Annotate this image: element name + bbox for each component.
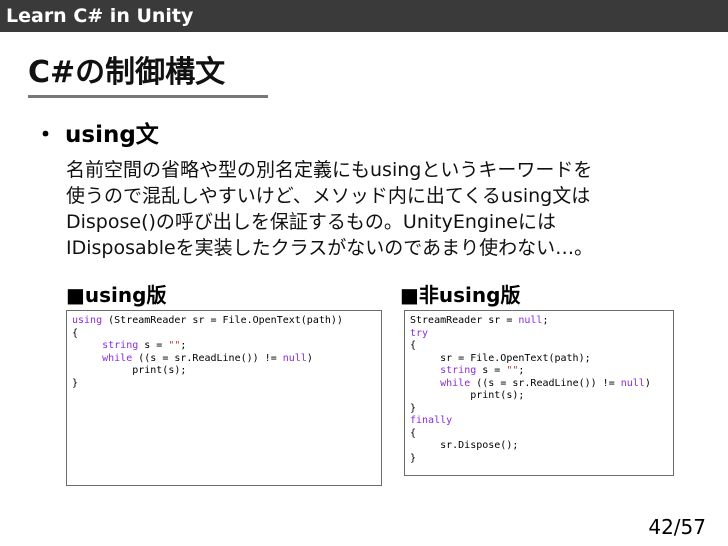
code-keyword: null [518,315,543,326]
code-line: using (StreamReader sr = File.OpenText(p… [72,315,376,328]
non-using-code-block: StreamReader sr = null; try{ sr = File.Op… [404,310,674,476]
code-text: { [72,327,79,339]
header-bar: Learn C# in Unity [0,0,728,32]
page-number: 42/57 [648,515,706,539]
code-text: } [410,402,417,414]
code-keyword: string [102,340,139,351]
code-line: { [72,328,376,341]
code-line: { [410,340,668,353]
code-line: while ((s = sr.ReadLine()) != null) [72,353,376,366]
code-line: print(s); [410,390,668,403]
code-text: sr.Dispose(); [410,440,519,451]
code-line: finally [410,415,668,428]
code-text: ((s = sr.ReadLine()) != [132,352,283,364]
code-keyword: while [102,352,133,364]
code-string: "" [506,365,519,376]
code-text: ) [644,377,651,389]
using-version-heading: ■using版 [66,283,167,307]
code-keyword: while [440,377,471,389]
code-line: print(s); [72,365,376,378]
code-keyword: using [72,315,103,326]
code-line: string s = ""; [72,340,376,353]
code-line: { [410,428,668,441]
code-text: { [410,427,417,439]
code-line: StreamReader sr = null; [410,315,668,328]
code-line: sr.Dispose(); [410,440,668,453]
code-text: { [410,340,417,351]
code-line: sr = File.OpenText(path); [410,353,668,366]
body-line: Dispose()の呼び出しを保証するもの。UnityEngineには [66,211,556,233]
code-text: } [410,452,417,464]
code-text: print(s); [72,365,187,376]
code-line: string s = ""; [410,365,668,378]
code-text: ) [306,352,313,364]
body-line: 名前空間の省略や型の別名定義にもusingというキーワードを [66,159,593,181]
code-text: sr = File.OpenText(path); [410,352,591,364]
body-text: 名前空間の省略や型の別名定義にもusingというキーワードを 使うので混乱しやす… [66,157,706,261]
code-line: } [410,453,668,466]
bullet-dot: ・ [34,122,57,148]
code-line: } [410,403,668,416]
code-text: (StreamReader sr = File.OpenText(path)) [102,315,343,326]
code-text: StreamReader sr = [410,315,519,326]
code-text: s = [476,365,507,376]
title-underline [28,95,268,98]
code-text: ; [542,315,549,326]
bullet-item: ・ using文 [34,120,159,150]
code-line: try [410,328,668,341]
code-keyword: finally [410,415,453,426]
code-line: while ((s = sr.ReadLine()) != null) [410,378,668,391]
code-keyword: try [410,327,429,339]
code-keyword: null [282,352,307,364]
code-text: ; [180,340,187,351]
code-text: s = [138,340,169,351]
code-text: print(s); [410,390,525,401]
slide-title: C#の制御構文 [28,55,226,90]
using-code-block: using (StreamReader sr = File.OpenText(p… [66,310,382,486]
code-text: ((s = sr.ReadLine()) != [470,377,621,389]
deck-title: Learn C# in Unity [6,5,194,27]
body-line: 使うので混乱しやすいけど、メソッド内に出てくるusing文は [66,185,591,207]
bullet-label: using文 [65,122,159,148]
code-text: } [72,377,79,389]
body-line: IDisposableを実装したクラスがないのであまり使わない…。 [66,237,594,259]
code-line: } [72,378,376,391]
code-keyword: string [440,365,477,376]
code-string: "" [168,340,181,351]
code-text: ; [518,365,525,376]
code-keyword: null [620,377,645,389]
non-using-version-heading: ■非using版 [400,283,521,307]
